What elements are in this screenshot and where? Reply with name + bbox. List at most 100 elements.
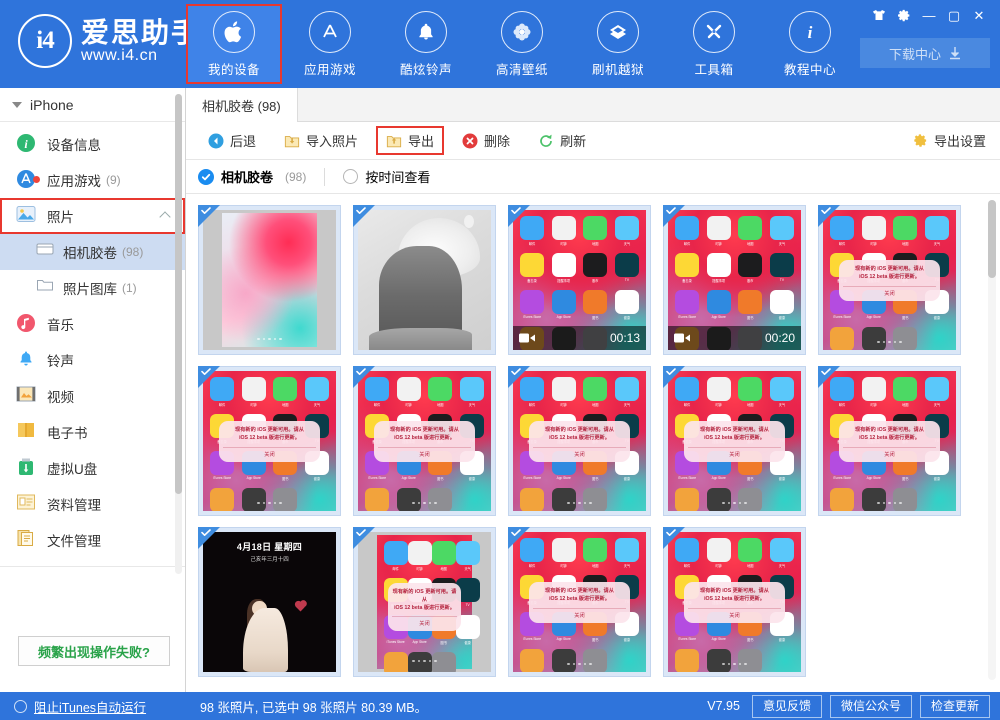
home-screen-alert-screenshot: 邮件时钟地图天气备忘录提醒事项股市TViTunes StoreApp Store…: [358, 371, 491, 511]
delete-button[interactable]: 删除: [452, 126, 520, 155]
ios-update-alert: 现有新的 iOS 更新可用。请从iOS 12 beta 版进行更新。关闭: [219, 421, 320, 461]
alert-text: 现有新的 iOS 更新可用。请从iOS 12 beta 版进行更新。: [533, 426, 626, 442]
sidebar-item-photo-library[interactable]: 照片图库 (1): [0, 270, 185, 306]
back-button[interactable]: 后退: [198, 126, 266, 155]
sidebar-item-photos[interactable]: 照片: [0, 198, 185, 234]
sidebar-item-virtual-usb[interactable]: 虚拟U盘: [0, 450, 185, 486]
export-button[interactable]: 导出: [376, 126, 444, 155]
nav-label: 高清壁纸: [496, 59, 548, 78]
photo-thumbnail[interactable]: 邮件时钟地图天气备忘录提醒事项股市TViTunes StoreApp Store…: [818, 205, 961, 355]
nav-item-my-device[interactable]: 我的设备: [186, 4, 282, 84]
checkmark-icon: [666, 368, 676, 379]
nav-item-toolbox[interactable]: 工具箱: [666, 4, 762, 84]
alert-text: 现有新的 iOS 更新可用。请从iOS 12 beta 版进行更新。: [223, 426, 316, 442]
device-header[interactable]: iPhone: [0, 88, 185, 122]
download-center-button[interactable]: 下载中心: [860, 38, 990, 68]
alert-text: 现有新的 iOS 更新可用。请从iOS 12 beta 版进行更新。: [843, 265, 936, 281]
nav-item-wallpapers[interactable]: 高清壁纸: [474, 4, 570, 84]
sidebar-scrollbar-thumb[interactable]: [175, 94, 182, 494]
sidebar-item-apps-games[interactable]: 应用游戏 (9): [0, 162, 185, 198]
photo-thumbnail[interactable]: 邮件时钟地图天气备忘录提醒事项股市TViTunes StoreApp Store…: [663, 527, 806, 677]
flower-icon: [501, 11, 543, 53]
filter-label: 相机胶卷: [221, 167, 273, 186]
tab-camera-roll[interactable]: 相机胶卷 (98): [186, 88, 298, 122]
home-screen-alert-screenshot: 邮件时钟地图天气备忘录提醒事项股市TViTunes StoreApp Store…: [203, 371, 336, 511]
filter-camera-roll[interactable]: 相机胶卷 (98): [198, 167, 306, 186]
feedback-button[interactable]: 意见反馈: [752, 695, 822, 718]
notification-badge: [33, 176, 40, 183]
nav-label: 刷机越狱: [592, 59, 644, 78]
sidebar-item-camera-roll[interactable]: 相机胶卷 (98): [0, 234, 185, 270]
chevron-up-icon: [159, 211, 170, 222]
filter-by-time[interactable]: 按时间查看: [343, 167, 430, 186]
nav-label: 应用游戏: [304, 59, 356, 78]
alert-close-button: 关闭: [843, 448, 936, 462]
appstore-icon: [309, 11, 351, 53]
shirt-icon[interactable]: [868, 5, 890, 25]
nav-item-apps-games[interactable]: 应用游戏: [282, 4, 378, 84]
sidebar-item-count: (9): [106, 173, 121, 187]
photo-thumbnail[interactable]: 邮件时钟地图天气备忘录提醒事项股市TViTunes StoreApp Store…: [818, 366, 961, 516]
info-circle-icon: i: [16, 133, 38, 155]
ios-update-alert: 现有新的 iOS 更新可用。请从iOS 12 beta 版进行更新。关闭: [839, 421, 940, 461]
home-screen-alert-screenshot: 邮件时钟地图天气备忘录提醒事项股市TViTunes StoreApp Store…: [668, 532, 801, 672]
photo-thumbnail[interactable]: 邮件时钟地图天气备忘录提醒事项股市TViTunes StoreApp Store…: [353, 366, 496, 516]
sidebar-item-file-manage[interactable]: 文件管理: [0, 522, 185, 558]
brand-logo: i4 爱思助手 www.i4.cn: [18, 14, 201, 68]
nav-label: 教程中心: [784, 59, 836, 78]
status-text: 98 张照片, 已选中 98 张照片 80.39 MB。: [186, 697, 427, 716]
photo-thumbnail[interactable]: 邮件时钟地图天气备忘录提醒事项股市TViTunes StoreApp Store…: [508, 527, 651, 677]
photo-thumbnail[interactable]: 邮件时钟地图天气备忘录提醒事项股市TViTunes StoreApp Store…: [198, 366, 341, 516]
close-icon[interactable]: ✕: [968, 5, 990, 25]
photo-thumbnail[interactable]: 邮件时钟地图天气备忘录提醒事项股市TViTunes StoreApp Store…: [663, 205, 806, 355]
sidebar-item-data-manage[interactable]: 资料管理: [0, 486, 185, 522]
nav-label: 酷炫铃声: [400, 59, 452, 78]
check-update-button[interactable]: 检查更新: [920, 695, 990, 718]
photo-thumbnail[interactable]: 4月18日 星期四己亥年三月十四: [198, 527, 341, 677]
box-icon: [597, 11, 639, 53]
sidebar-item-music[interactable]: 音乐: [0, 306, 185, 342]
photo-thumbnail[interactable]: [353, 205, 496, 355]
sidebar-item-ebook[interactable]: 电子书: [0, 414, 185, 450]
import-photos-button[interactable]: 导入照片: [274, 126, 368, 155]
sidebar-item-video[interactable]: 视频: [0, 378, 185, 414]
video-duration-bar: 00:20: [668, 326, 801, 350]
gear-icon[interactable]: [893, 5, 915, 25]
photo-thumbnail[interactable]: [198, 205, 341, 355]
photo-grid-scrollbar-thumb[interactable]: [988, 200, 996, 278]
checkmark-icon: [201, 529, 211, 540]
export-settings-label: 导出设置: [934, 131, 986, 150]
home-screen-alert-screenshot: 邮件时钟地图天气备忘录提醒事项股市TViTunes StoreApp Store…: [823, 210, 956, 350]
divider: [324, 168, 325, 186]
sidebar-item-label: 照片图库: [63, 278, 117, 298]
export-settings-button[interactable]: 导出设置: [913, 131, 986, 150]
refresh-button[interactable]: 刷新: [528, 126, 596, 155]
sidebar-item-label: 电子书: [47, 422, 88, 442]
block-itunes-toggle[interactable]: 阻止iTunes自动运行: [0, 697, 186, 716]
back-icon: [208, 133, 224, 149]
nav-item-flash-jailbreak[interactable]: 刷机越狱: [570, 4, 666, 84]
toolbar-label: 删除: [484, 131, 510, 150]
footer-actions: V7.95 意见反馈 微信公众号 检查更新: [707, 695, 990, 718]
help-button[interactable]: 频繁出现操作失败?: [18, 636, 170, 666]
minimize-icon[interactable]: —: [918, 5, 940, 25]
nav-label: 我的设备: [208, 59, 260, 78]
photo-grid-scrollbar[interactable]: [988, 200, 996, 680]
photo-thumbnail[interactable]: 邮件时钟地图天气备忘录提醒事项股市TViTunes StoreApp Store…: [508, 205, 651, 355]
sidebar-item-ringtone[interactable]: 铃声: [0, 342, 185, 378]
toolbar-label: 后退: [230, 131, 256, 150]
sidebar-item-device-info[interactable]: i 设备信息: [0, 126, 185, 162]
home-screen-alert-screenshot: 邮件时钟地图天气备忘录提醒事项股市TViTunes StoreApp Store…: [823, 371, 956, 511]
photo-thumbnail[interactable]: 邮件时钟地图天气备忘录提醒事项股市TViTunes StoreApp Store…: [508, 366, 651, 516]
nav-item-ringtones[interactable]: 酷炫铃声: [378, 4, 474, 84]
wechat-button[interactable]: 微信公众号: [830, 695, 912, 718]
home-screen-alert-screenshot: 邮件时钟地图天气备忘录提醒事项股市TViTunes StoreApp Store…: [513, 371, 646, 511]
photo-thumbnail[interactable]: 邮件时钟地图天气备忘录提醒事项股市TViTunes StoreApp Store…: [663, 366, 806, 516]
photo-thumbnail[interactable]: 邮件时钟地图天气备忘录提醒事项股市TViTunes StoreApp Store…: [353, 527, 496, 677]
sidebar-scrollbar[interactable]: [175, 94, 182, 574]
sidebar-item-label: 视频: [47, 386, 74, 406]
import-icon: [284, 133, 300, 149]
maximize-icon[interactable]: ▢: [943, 5, 965, 25]
ios-update-alert: 现有新的 iOS 更新可用。请从iOS 12 beta 版进行更新。关闭: [388, 583, 461, 631]
nav-item-tutorials[interactable]: i 教程中心: [762, 4, 858, 84]
